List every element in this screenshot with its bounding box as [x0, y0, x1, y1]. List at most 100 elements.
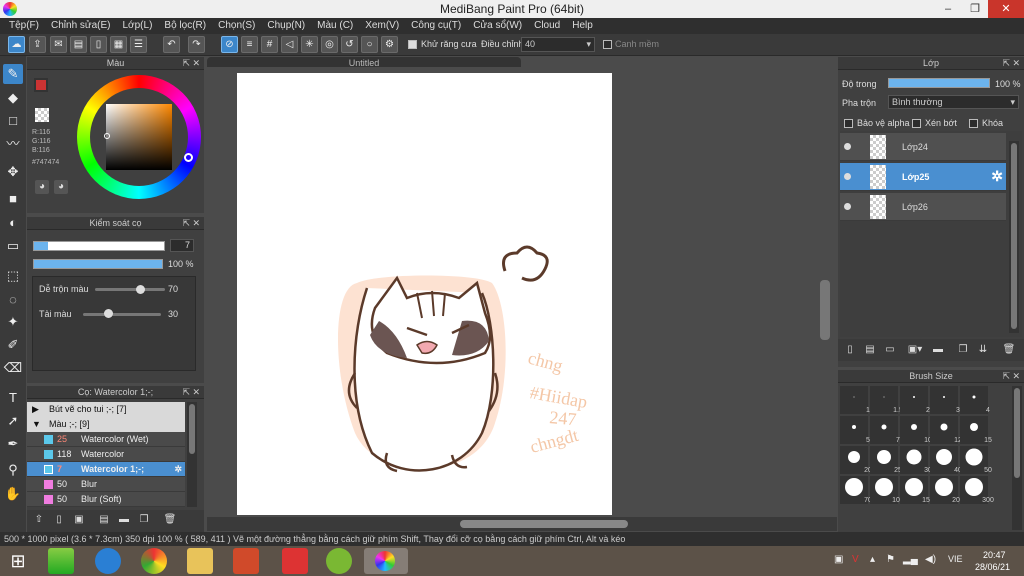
add-layer-menu-icon[interactable]: ▣▾ [904, 343, 926, 357]
brush-size-value[interactable]: 7 [170, 239, 194, 252]
antialias-checkbox[interactable] [408, 39, 420, 50]
fill-slider[interactable] [83, 313, 161, 316]
eraser-tool-icon[interactable]: ◆ [3, 88, 23, 108]
app-green-icon[interactable] [326, 548, 352, 574]
new-8bit-layer-icon[interactable]: ▭ [883, 343, 897, 357]
brush-size-option[interactable]: 30 [900, 446, 932, 474]
visibility-eye-icon[interactable] [844, 203, 851, 210]
popout-icon[interactable]: ⇱ [182, 386, 190, 399]
layer-opacity-bar[interactable] [888, 78, 990, 88]
operation-tool-icon[interactable]: ➚ [3, 411, 23, 431]
menu-filter[interactable]: Bộ lọc(R) [158, 18, 212, 34]
popout-icon[interactable]: ⇱ [182, 57, 190, 70]
eyedropper-tool-icon[interactable]: ⚲ [3, 460, 23, 480]
restore-button[interactable]: ❐ [962, 0, 988, 18]
expand-arrow-icon[interactable]: ▼ [32, 417, 41, 432]
brush-tool-icon[interactable]: ✎ [3, 64, 23, 84]
vanishing-snap-icon[interactable]: ◁ [281, 36, 298, 53]
close-button[interactable]: ✕ [988, 0, 1024, 18]
dropper-tool-icon[interactable]: ✒ [3, 434, 23, 454]
panel-close-icon[interactable]: ✕ [192, 57, 200, 70]
circle-snap-icon[interactable]: ◎ [321, 36, 338, 53]
list-icon[interactable]: ☰ [130, 36, 147, 53]
menu-color[interactable]: Màu (C) [311, 18, 359, 34]
curve-snap-icon[interactable]: ↺ [341, 36, 358, 53]
menu-file[interactable]: Tệp(F) [3, 18, 45, 34]
brush-size-bar[interactable] [33, 241, 165, 251]
brush-item[interactable]: 25 Watercolor (Wet) [27, 432, 185, 447]
internet-explorer-icon[interactable] [95, 548, 121, 574]
sv-cursor[interactable] [104, 133, 110, 139]
menu-tools[interactable]: Công cụ(T) [405, 18, 467, 34]
brush-size-option[interactable]: 10 [900, 416, 932, 444]
brush-size-option[interactable]: 4 [960, 386, 990, 414]
brush-size-option[interactable]: 3 [930, 386, 960, 414]
popout-icon[interactable]: ⇱ [1002, 57, 1010, 70]
layer-row[interactable]: Lớp24 [840, 133, 1006, 161]
brush-size-option[interactable]: 100 [870, 476, 904, 504]
page-icon[interactable]: ▯ [90, 36, 107, 53]
select-pen-tool-icon[interactable]: ✐ [3, 335, 23, 355]
menu-snap[interactable]: Chụp(N) [261, 18, 311, 34]
menu-edit[interactable]: Chỉnh sửa(E) [45, 18, 117, 34]
brush-size-scrollbar[interactable] [1012, 386, 1022, 530]
app-bluestacks-icon[interactable] [48, 548, 74, 574]
fill-rect-tool-icon[interactable]: ■ [3, 189, 23, 209]
radial-snap-icon[interactable]: ✳ [301, 36, 318, 53]
canvas-vertical-scrollbar[interactable] [820, 280, 830, 340]
clock-time[interactable]: 20:47 [983, 550, 1006, 560]
popout-icon[interactable]: ⇱ [182, 217, 190, 230]
snap-settings-icon[interactable]: ⚙ [381, 36, 398, 53]
menu-cloud[interactable]: Cloud [528, 18, 566, 34]
move-tool-icon[interactable]: ✥ [3, 162, 23, 182]
brush-list-scrollbar[interactable] [187, 402, 197, 507]
brush-size-option[interactable]: 12 [930, 416, 962, 444]
panel-close-icon[interactable]: ✕ [192, 386, 200, 399]
lock-checkbox[interactable] [969, 118, 981, 129]
marquee-tool-icon[interactable]: ⬚ [3, 266, 23, 286]
fill-slider-knob[interactable] [104, 309, 113, 318]
clipping-checkbox[interactable] [912, 118, 924, 129]
layer-list-scrollbar[interactable] [1009, 141, 1019, 333]
visibility-eye-icon[interactable] [844, 173, 851, 180]
brush-opacity-bar[interactable] [33, 259, 163, 269]
layer-row-selected[interactable]: Lớp25 ✲ [840, 163, 1006, 191]
bucket-tool-icon[interactable]: ◐ [3, 213, 23, 233]
new-layer-icon[interactable]: ▯ [843, 343, 857, 357]
popout-icon[interactable]: ⇱ [1002, 370, 1010, 383]
brush-size-option[interactable]: 5 [840, 416, 870, 444]
select-rect-tool-icon[interactable]: □ [3, 111, 23, 131]
brush-size-option[interactable]: 1.5 [870, 386, 903, 414]
transparent-swatch[interactable] [35, 108, 49, 122]
language-indicator[interactable]: VIE [948, 554, 963, 564]
brush-group-row[interactable]: ▼ Màu ;-; [9] [27, 417, 185, 432]
collapse-arrow-icon[interactable]: ▶ [32, 402, 39, 417]
brush-item[interactable]: 118 Watercolor [27, 447, 185, 462]
lasso-tool-icon[interactable]: ◌ [3, 290, 23, 310]
brush-size-option[interactable]: 1 [840, 386, 870, 414]
text-tool-icon[interactable]: T [3, 388, 23, 408]
new-halftone-layer-icon[interactable]: ▤ [863, 343, 877, 357]
pages-icon[interactable]: ▦ [110, 36, 127, 53]
menu-layer[interactable]: Lớp(L) [117, 18, 159, 34]
network-icon[interactable]: ▂▄ [903, 554, 918, 565]
brush-size-option[interactable]: 70 [840, 476, 872, 504]
brush-size-option[interactable]: 200 [930, 476, 964, 504]
ellipse-snap-icon[interactable]: ○ [361, 36, 378, 53]
magic-wand-tool-icon[interactable]: ✦ [3, 312, 23, 332]
new-brush-icon[interactable]: ▯ [52, 513, 66, 527]
tray-icon[interactable]: ▣ [834, 554, 843, 565]
smooth-checkbox[interactable] [603, 39, 615, 50]
redo-icon[interactable]: ↷ [188, 36, 205, 53]
duplicate-layer-icon[interactable]: ❐ [956, 343, 970, 357]
brush-menu-icon[interactable]: ▣ [72, 513, 86, 527]
select-eraser-tool-icon[interactable]: ⌫ [3, 358, 23, 378]
panel-close-icon[interactable]: ✕ [1012, 57, 1020, 70]
palette-add-icon[interactable]: ◕ [54, 180, 68, 194]
brush-size-option[interactable]: 7 [870, 416, 900, 444]
hue-cursor[interactable] [184, 153, 193, 162]
palette-icon[interactable]: ◕ [35, 180, 49, 194]
brush-size-option[interactable]: 40 [930, 446, 962, 474]
minimize-button[interactable]: – [935, 0, 961, 18]
trash-icon[interactable]: 🗑 [1002, 343, 1016, 357]
